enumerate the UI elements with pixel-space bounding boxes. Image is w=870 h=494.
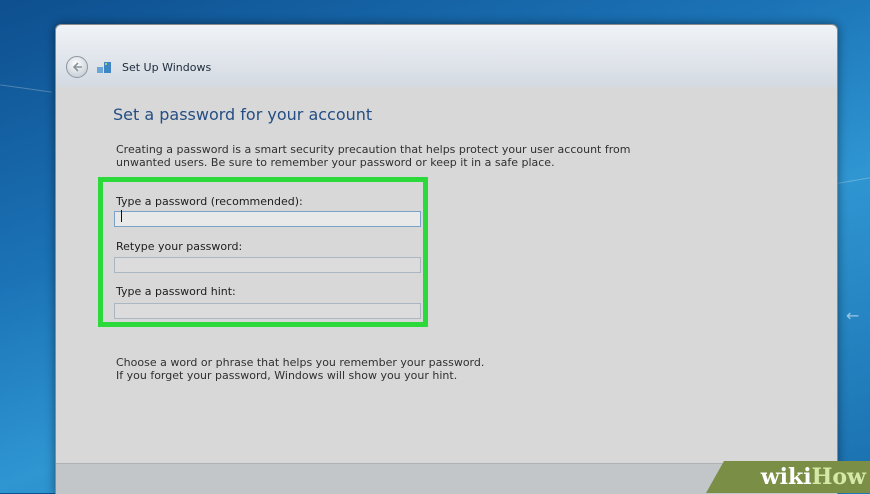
- window-title: Set Up Windows: [122, 61, 212, 74]
- background-streak: [838, 177, 870, 184]
- watermark-part: wiki: [760, 464, 812, 490]
- retype-password-field[interactable]: [114, 257, 421, 273]
- side-arrow-icon: ←: [846, 306, 860, 325]
- watermark-text: wikiHow: [761, 464, 866, 490]
- setup-content: Set a password for your account Creating…: [56, 87, 837, 464]
- back-button[interactable]: [66, 56, 88, 78]
- description-line: unwanted users. Be sure to remember your…: [116, 156, 555, 169]
- page-heading: Set a password for your account: [113, 105, 373, 124]
- hint-help-line: If you forget your password, Windows wil…: [116, 369, 458, 382]
- password-hint-field[interactable]: [114, 303, 421, 319]
- retype-password-label: Retype your password:: [116, 240, 243, 253]
- text-caret: [121, 210, 122, 222]
- windows-setup-icon: [97, 62, 111, 73]
- password-hint-label: Type a password hint:: [116, 285, 236, 298]
- password-label: Type a password (recommended):: [116, 195, 303, 208]
- description-line: Creating a password is a smart security …: [116, 143, 631, 156]
- hint-help-line: Choose a word or phrase that helps you r…: [116, 356, 485, 369]
- password-field[interactable]: [114, 211, 421, 227]
- background-streak: [0, 84, 52, 93]
- watermark: wikiHow: [706, 461, 870, 493]
- page-description: Creating a password is a smart security …: [116, 143, 776, 169]
- watermark-part: How: [811, 464, 866, 490]
- setup-window: Set Up Windows Set a password for your a…: [55, 24, 838, 494]
- hint-help-text: Choose a word or phrase that helps you r…: [116, 356, 484, 382]
- title-bar: Set Up Windows: [56, 25, 837, 87]
- back-arrow-icon: [72, 62, 82, 72]
